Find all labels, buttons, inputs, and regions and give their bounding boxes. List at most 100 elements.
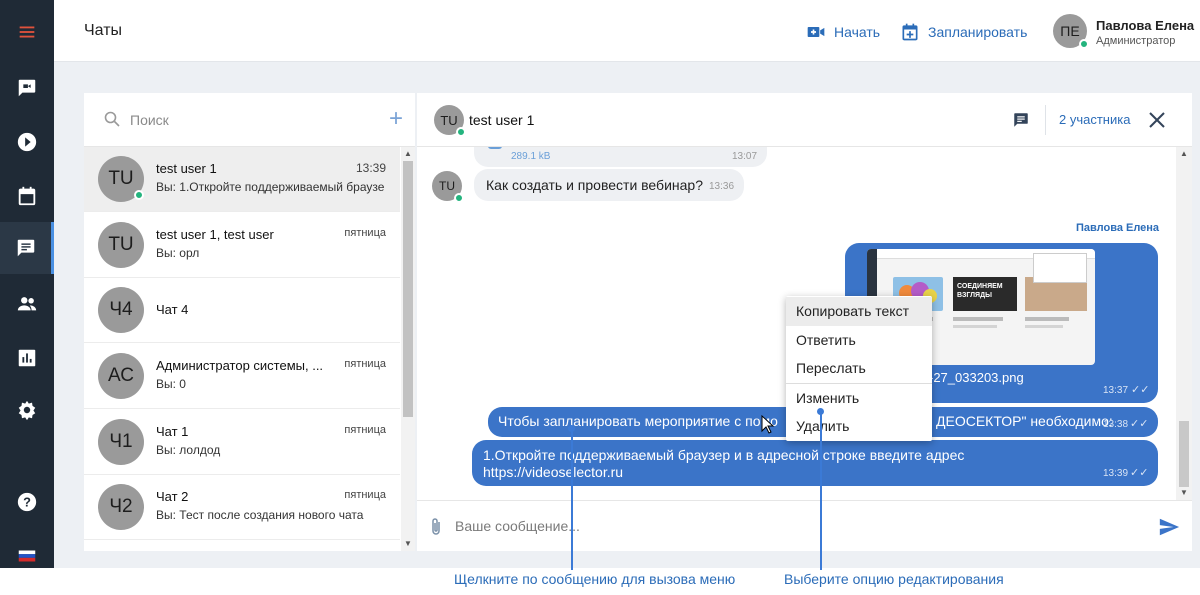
participants-link[interactable]: 2 участника xyxy=(1059,112,1130,127)
read-check-icon: ✓✓ xyxy=(1130,467,1149,479)
chat-name: Чат 2 xyxy=(156,489,189,504)
messages-scrollbar[interactable]: ▲ ▼ xyxy=(1176,147,1192,500)
chat-name: Администратор системы, ... xyxy=(156,358,324,373)
menu-item-delete[interactable]: Удалить xyxy=(786,412,932,441)
top-header: Чаты Начать Запланировать ПЕ Павлова Еле… xyxy=(54,0,1200,62)
callout-text-right: Выберите опцию редактирования xyxy=(784,571,1004,587)
callout-text-left: Щелкните по сообщению для вызова меню xyxy=(454,571,736,587)
flag-ru-icon[interactable] xyxy=(0,530,54,582)
close-icon[interactable] xyxy=(1148,111,1166,129)
conversation-header: TU test user 1 2 участника xyxy=(417,93,1192,147)
message-time: 13:36 xyxy=(709,181,735,192)
online-indicator xyxy=(1079,39,1089,49)
chat-preview: Вы: 0 xyxy=(156,377,186,391)
message-time: 13:38 xyxy=(1103,419,1129,430)
chat-preview: Вы: орл xyxy=(156,246,200,260)
chat-time: пятница xyxy=(344,424,386,436)
chat-avatar: Ч4 xyxy=(98,287,144,333)
chat-icon[interactable] xyxy=(0,222,54,274)
menu-icon[interactable] xyxy=(0,6,54,58)
message-composer[interactable]: Ваше сообщение... xyxy=(417,500,1192,551)
user-role: Администратор xyxy=(1096,35,1176,47)
conversation-title: test user 1 xyxy=(469,112,535,128)
online-indicator xyxy=(456,127,466,137)
schedule-label: Запланировать xyxy=(928,24,1028,40)
chat-bubble-icon[interactable] xyxy=(1012,111,1030,129)
user-avatar[interactable]: ПЕ xyxy=(1053,14,1089,49)
chat-list-item[interactable]: Ч1 Чат 1 пятница Вы: лолдод xyxy=(84,410,400,475)
file-message[interactable]: 289.1 kB 13:07 xyxy=(474,147,767,167)
scroll-up-arrow[interactable]: ▲ xyxy=(1180,149,1188,158)
incoming-message[interactable]: Как создать и провести вебинар? 13:36 xyxy=(474,169,744,201)
chat-avatar: TU xyxy=(98,156,144,202)
play-icon[interactable] xyxy=(0,116,54,168)
page-title: Чаты xyxy=(84,22,123,39)
online-indicator xyxy=(454,193,464,203)
menu-item-copy[interactable]: Копировать текст xyxy=(786,297,932,326)
header-divider xyxy=(1045,105,1046,135)
menu-item-forward[interactable]: Переслать xyxy=(786,354,932,383)
stats-icon[interactable] xyxy=(0,332,54,384)
attachment-icon[interactable] xyxy=(429,517,443,537)
chat-list-item[interactable]: АС Администратор системы, ... пятница Вы… xyxy=(84,344,400,409)
outgoing-message[interactable]: 1.Откройте поддерживаемый браузер и в ад… xyxy=(472,440,1158,486)
chat-avatar: Ч1 xyxy=(98,419,144,465)
user-initials: ПЕ xyxy=(1060,23,1080,39)
video-add-icon xyxy=(807,27,825,37)
chat-list-item[interactable]: TU test user 1 13:39 Вы: 1.Откройте подд… xyxy=(84,147,400,212)
scroll-down-arrow[interactable]: ▼ xyxy=(404,539,412,548)
conversation-avatar: TU xyxy=(434,105,466,137)
chat-avatar: TU xyxy=(98,222,144,268)
chat-time: пятница xyxy=(344,489,386,501)
start-button[interactable]: Начать xyxy=(806,22,880,42)
menu-item-edit[interactable]: Изменить xyxy=(786,384,932,413)
chat-name: test user 1, test user xyxy=(156,227,274,242)
search-bar[interactable]: Поиск + xyxy=(84,93,415,147)
chat-list-item[interactable]: TU test user 1, test user пятница Вы: ор… xyxy=(84,213,400,278)
search-placeholder: Поиск xyxy=(130,112,169,128)
read-check-icon: ✓✓ xyxy=(1131,384,1150,396)
message-input[interactable]: Ваше сообщение... xyxy=(455,518,580,534)
chat-list-scrollbar[interactable]: ▲ ▼ xyxy=(401,147,415,551)
add-chat-button[interactable]: + xyxy=(389,107,403,131)
side-nav: ? xyxy=(0,0,54,568)
chat-name: test user 1 xyxy=(156,161,217,176)
message-avatar: TU xyxy=(432,171,464,203)
scrollbar-thumb[interactable] xyxy=(403,161,413,417)
message-text: ДЕОСЕКТОР" необходимо: xyxy=(936,413,1113,429)
image-filename: -27_033203.png xyxy=(929,370,1024,385)
calendar-icon[interactable] xyxy=(0,170,54,222)
message-text: Чтобы запланировать мероприятие с помо xyxy=(498,413,778,429)
chat-avatar: АС xyxy=(98,353,144,399)
chat-time: пятница xyxy=(344,358,386,370)
settings-icon[interactable] xyxy=(0,384,54,436)
calendar-add-icon xyxy=(902,23,918,41)
chat-list-item[interactable]: Ч4 Чат 4 xyxy=(84,278,400,343)
message-text: Как создать и провести вебинар? xyxy=(486,177,703,193)
message-time: 13:07 xyxy=(732,151,758,162)
thumbnail-banner: СОЕДИНЯЕМ ВЗГЛЯДЫ xyxy=(953,277,1017,311)
context-menu: Копировать текст Ответить Переслать Изме… xyxy=(786,296,932,441)
online-indicator xyxy=(134,190,144,200)
menu-item-reply[interactable]: Ответить xyxy=(786,326,932,355)
chat-list-item[interactable]: Ч2 Чат 2 пятница Вы: Тест после создания… xyxy=(84,475,400,540)
file-size: 289.1 kB xyxy=(511,151,551,162)
scrollbar-thumb[interactable] xyxy=(1179,421,1189,487)
help-icon[interactable]: ? xyxy=(0,476,54,528)
scroll-up-arrow[interactable]: ▲ xyxy=(404,149,412,158)
callout-line-left xyxy=(571,429,573,570)
user-name: Павлова Елена xyxy=(1096,18,1195,33)
start-label: Начать xyxy=(834,24,881,40)
message-link[interactable]: https://videoselector.ru xyxy=(483,464,623,480)
chat-list-panel: Поиск + TU test user 1 13:39 Вы: 1.Откро… xyxy=(84,93,415,551)
search-icon xyxy=(104,111,120,127)
schedule-button[interactable]: Запланировать xyxy=(900,22,1027,42)
people-icon[interactable] xyxy=(0,278,54,330)
chat-name: Чат 4 xyxy=(156,302,189,317)
chat-time: 13:39 xyxy=(355,161,386,175)
send-icon[interactable] xyxy=(1158,516,1180,538)
read-check-icon: ✓✓ xyxy=(1130,418,1149,430)
chat-name: Чат 1 xyxy=(156,424,189,439)
video-chat-icon[interactable] xyxy=(0,62,54,114)
scroll-down-arrow[interactable]: ▼ xyxy=(1180,488,1188,497)
